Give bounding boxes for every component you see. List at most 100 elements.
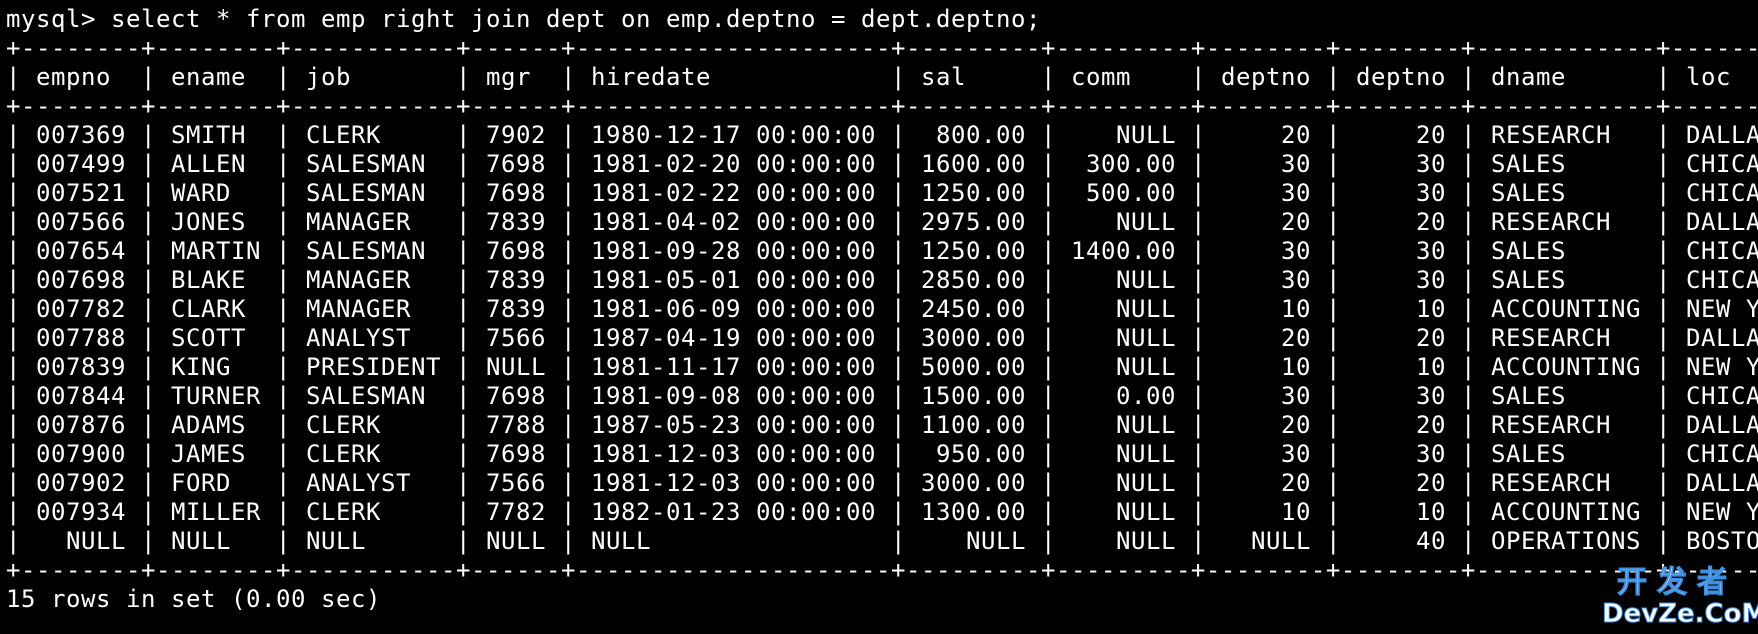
table-cell-job: CLERK (306, 498, 441, 526)
table-cell-dname: ACCOUNTING (1491, 295, 1641, 323)
column-header-empno: empno (36, 63, 126, 91)
table-cell-job: CLERK (306, 121, 441, 149)
table-cell-deptno: 20 (1356, 121, 1446, 149)
table-cell-mgr: 7566 (486, 469, 546, 497)
table-cell-comm: NULL (1071, 121, 1176, 149)
table-cell-deptno: 20 (1356, 411, 1446, 439)
table-cell-deptno: 20 (1221, 324, 1311, 352)
column-header-comm: comm (1071, 63, 1176, 91)
table-cell-hiredate: 1981-12-03 00:00:00 (591, 469, 876, 497)
table-cell-deptno: 30 (1356, 266, 1446, 294)
table-cell-hiredate: 1981-02-22 00:00:00 (591, 179, 876, 207)
table-cell-deptno: 20 (1221, 469, 1311, 497)
table-cell-job: SALESMAN (306, 150, 441, 178)
table-cell-empno: 007876 (36, 411, 126, 439)
table-row: | 007934 | MILLER | CLERK | 7782 | 1982-… (6, 498, 1758, 527)
table-cell-loc: NEW YORK (1686, 498, 1758, 526)
table-cell-empno: 007900 (36, 440, 126, 468)
table-cell-deptno: 20 (1356, 324, 1446, 352)
table-cell-deptno: 30 (1356, 440, 1446, 468)
table-cell-deptno: 30 (1221, 266, 1311, 294)
table-cell-empno: 007698 (36, 266, 126, 294)
table-cell-job: MANAGER (306, 208, 441, 236)
table-cell-hiredate: 1987-05-23 00:00:00 (591, 411, 876, 439)
table-cell-loc: CHICAGO (1686, 237, 1758, 265)
table-cell-comm: NULL (1071, 411, 1176, 439)
table-cell-ename: SCOTT (171, 324, 261, 352)
column-header-mgr: mgr (486, 63, 546, 91)
table-cell-loc: CHICAGO (1686, 266, 1758, 294)
table-cell-hiredate: 1981-12-03 00:00:00 (591, 440, 876, 468)
table-cell-hiredate: 1981-09-08 00:00:00 (591, 382, 876, 410)
table-row: | 007844 | TURNER | SALESMAN | 7698 | 19… (6, 382, 1758, 411)
table-row: | 007499 | ALLEN | SALESMAN | 7698 | 198… (6, 150, 1758, 179)
table-cell-empno: 007369 (36, 121, 126, 149)
table-cell-deptno: 30 (1221, 440, 1311, 468)
table-cell-deptno: 20 (1221, 208, 1311, 236)
site-watermark-logo: 开发者 DevZe.CoM (1602, 565, 1758, 630)
table-cell-sal: 2450.00 (921, 295, 1026, 323)
table-cell-mgr: 7698 (486, 440, 546, 468)
table-cell-mgr: 7839 (486, 295, 546, 323)
table-cell-job: ANALYST (306, 469, 441, 497)
table-cell-job: SALESMAN (306, 382, 441, 410)
table-cell-mgr: 7839 (486, 266, 546, 294)
table-cell-hiredate: 1981-05-01 00:00:00 (591, 266, 876, 294)
table-cell-job: ANALYST (306, 324, 441, 352)
table-cell-empno: 007788 (36, 324, 126, 352)
table-row: | 007698 | BLAKE | MANAGER | 7839 | 1981… (6, 266, 1758, 295)
table-cell-job: SALESMAN (306, 237, 441, 265)
table-cell-ename: JONES (171, 208, 261, 236)
table-cell-dname: RESEARCH (1491, 469, 1641, 497)
table-cell-deptno: 40 (1356, 527, 1446, 555)
table-cell-comm: NULL (1071, 295, 1176, 323)
table-row: | 007839 | KING | PRESIDENT | NULL | 198… (6, 353, 1758, 382)
table-cell-deptno: 20 (1356, 469, 1446, 497)
table-cell-empno: 007844 (36, 382, 126, 410)
table-cell-ename: MILLER (171, 498, 261, 526)
table-cell-comm: NULL (1071, 498, 1176, 526)
table-cell-dname: SALES (1491, 382, 1641, 410)
table-cell-dname: RESEARCH (1491, 208, 1641, 236)
table-cell-comm: 300.00 (1071, 150, 1176, 178)
table-cell-ename: BLAKE (171, 266, 261, 294)
table-cell-job: MANAGER (306, 266, 441, 294)
table-cell-deptno: 10 (1221, 498, 1311, 526)
table-cell-sal: 1600.00 (921, 150, 1026, 178)
column-header-hiredate: hiredate (591, 63, 876, 91)
table-header-row: | empno | ename | job | mgr | hiredate |… (6, 63, 1758, 92)
table-cell-deptno: 10 (1356, 498, 1446, 526)
table-cell-dname: ACCOUNTING (1491, 498, 1641, 526)
table-cell-deptno: 20 (1221, 121, 1311, 149)
table-cell-comm: NULL (1071, 324, 1176, 352)
table-cell-empno: 007499 (36, 150, 126, 178)
column-header-job: job (306, 63, 441, 91)
table-cell-job: PRESIDENT (306, 353, 441, 381)
table-cell-empno: NULL (36, 527, 126, 555)
table-cell-mgr: NULL (486, 353, 546, 381)
column-header-deptno: deptno (1356, 63, 1446, 91)
table-cell-loc: DALLAS (1686, 208, 1758, 236)
table-cell-hiredate: 1981-06-09 00:00:00 (591, 295, 876, 323)
watermark-domain: DevZe.CoM (1602, 599, 1758, 629)
table-cell-dname: OPERATIONS (1491, 527, 1641, 555)
table-cell-mgr: 7902 (486, 121, 546, 149)
table-cell-loc: CHICAGO (1686, 150, 1758, 178)
result-status: 15 rows in set (0.00 sec) (6, 585, 381, 613)
table-cell-sal: 1100.00 (921, 411, 1026, 439)
table-row: | 007566 | JONES | MANAGER | 7839 | 1981… (6, 208, 1758, 237)
table-cell-comm: NULL (1071, 527, 1176, 555)
terminal-window[interactable]: mysql> select * from emp right join dept… (0, 0, 1758, 634)
table-cell-sal: 1250.00 (921, 237, 1026, 265)
table-cell-hiredate: NULL (591, 527, 876, 555)
table-cell-loc: CHICAGO (1686, 382, 1758, 410)
table-cell-deptno: NULL (1221, 527, 1311, 555)
table-cell-deptno: 10 (1221, 295, 1311, 323)
table-cell-empno: 007654 (36, 237, 126, 265)
table-cell-dname: SALES (1491, 150, 1641, 178)
table-cell-job: SALESMAN (306, 179, 441, 207)
column-header-loc: loc (1686, 63, 1731, 91)
table-cell-dname: RESEARCH (1491, 324, 1641, 352)
table-cell-dname: SALES (1491, 179, 1641, 207)
table-cell-deptno: 10 (1356, 353, 1446, 381)
